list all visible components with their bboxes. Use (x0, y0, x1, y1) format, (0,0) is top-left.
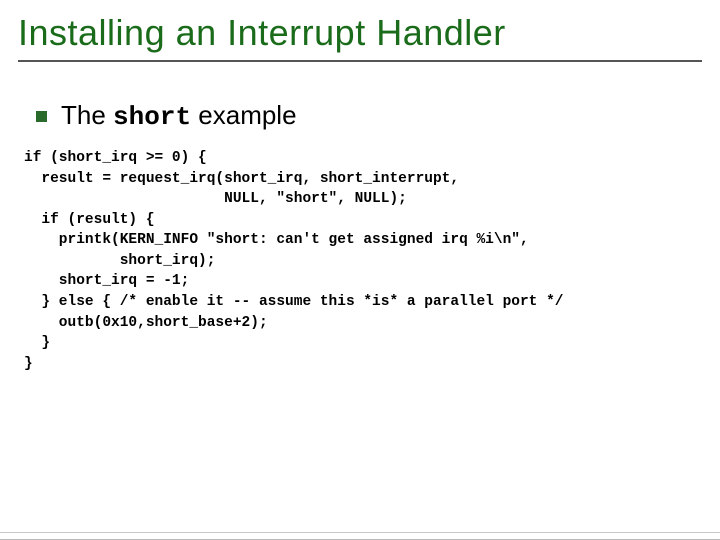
bullet-item: The short example (36, 100, 702, 132)
bullet-prefix: The (61, 100, 113, 130)
bullet-code-word: short (113, 102, 191, 132)
slide-title: Installing an Interrupt Handler (18, 12, 702, 54)
slide-bottom-border (0, 532, 720, 533)
bullet-suffix: example (191, 100, 297, 130)
slide: Installing an Interrupt Handler The shor… (0, 0, 720, 540)
title-container: Installing an Interrupt Handler (18, 12, 702, 62)
square-bullet-icon (36, 111, 47, 122)
bullet-text: The short example (61, 100, 297, 132)
code-block: if (short_irq >= 0) { result = request_i… (24, 148, 702, 374)
